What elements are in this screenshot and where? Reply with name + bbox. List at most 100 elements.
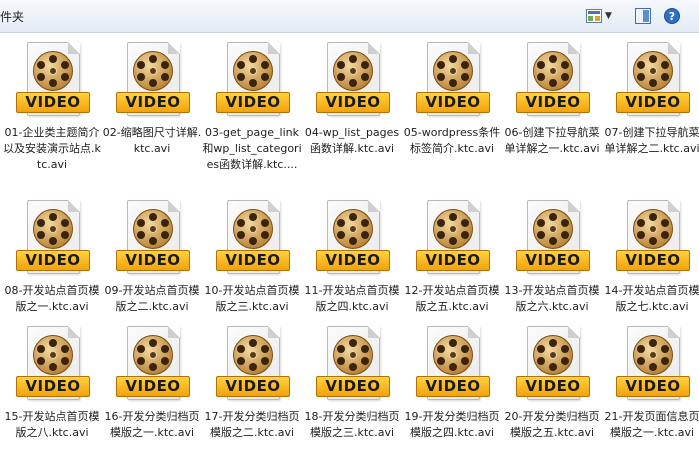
reel-hub [649, 225, 657, 233]
file-name: 01-企业类主题简介以及安装演示站点.ktc.avi [3, 126, 101, 171]
file-name: 16-开发分类归档页模版之一.ktc.avi [104, 410, 200, 439]
help-button[interactable]: ? [663, 7, 681, 25]
video-badge: VIDEO [16, 250, 90, 271]
file-name: 21-开发页面信息页模版之一.ktc.avi [604, 410, 699, 439]
file-item[interactable]: VIDEO 09-开发站点首页模版之二.ktc.avi [102, 200, 202, 315]
reel-hole [337, 357, 345, 365]
file-item[interactable]: VIDEO 21-开发页面信息页模版之一.ktc.avi [602, 326, 699, 441]
reel-hole [537, 231, 545, 239]
reel-hole [449, 237, 457, 245]
video-file-icon: VIDEO [312, 326, 392, 404]
reel-hole [161, 357, 169, 365]
file-item[interactable]: VIDEO 03-get_page_link和wp_list_categories… [202, 42, 302, 173]
reel-hole [161, 73, 169, 81]
video-badge: VIDEO [416, 376, 490, 397]
video-badge: VIDEO [616, 92, 690, 113]
file-item[interactable]: VIDEO 01-企业类主题简介以及安装演示站点.ktc.avi [2, 42, 102, 173]
file-item[interactable]: VIDEO 08-开发站点首页模版之一.ktc.avi [2, 200, 102, 315]
reel-hole [137, 219, 145, 227]
video-file-icon: VIDEO [112, 42, 192, 120]
video-file-icon: VIDEO [112, 200, 192, 278]
reel-hole [449, 363, 457, 371]
reel-hole [249, 55, 257, 63]
video-file-icon: VIDEO [312, 200, 392, 278]
file-item[interactable]: VIDEO 02-缩略图尺寸详解.ktc.avi [102, 42, 202, 157]
reel-hole [549, 79, 557, 87]
video-badge: VIDEO [116, 376, 190, 397]
reel-hole [461, 357, 469, 365]
file-item[interactable]: VIDEO 19-开发分类归档页模版之四.ktc.avi [402, 326, 502, 441]
reel-hole [149, 213, 157, 221]
reel-hole [49, 55, 57, 63]
reel-hub [49, 351, 57, 359]
video-badge: VIDEO [516, 376, 590, 397]
reel-hole [649, 237, 657, 245]
video-badge: VIDEO [616, 250, 690, 271]
file-item[interactable]: VIDEO 18-开发分类归档页模版之三.ktc.avi [302, 326, 402, 441]
reel-hole [549, 213, 557, 221]
chevron-down-icon[interactable]: ▼ [605, 11, 612, 21]
file-item[interactable]: VIDEO 17-开发分类归档页模版之二.ktc.avi [202, 326, 302, 441]
video-file-icon: VIDEO [12, 326, 92, 404]
reel-hole [337, 73, 345, 81]
file-item[interactable]: VIDEO 15-开发站点首页模版之八.ktc.avi [2, 326, 102, 441]
film-reel-icon [233, 335, 273, 375]
reel-hole [661, 231, 669, 239]
file-item[interactable]: VIDEO 11-开发站点首页模版之四.ktc.avi [302, 200, 402, 315]
reel-hole [349, 79, 357, 87]
reel-hole [61, 345, 69, 353]
file-item[interactable]: VIDEO 07-创建下拉导航菜单详解之二.ktc.avi [602, 42, 699, 157]
video-badge: VIDEO [216, 92, 290, 113]
reel-hole [261, 357, 269, 365]
film-reel-icon [533, 51, 573, 91]
reel-hole [437, 345, 445, 353]
reel-hole [349, 213, 357, 221]
reel-hub [249, 351, 257, 359]
file-item[interactable]: VIDEO 13-开发站点首页模版之六.ktc.avi [502, 200, 602, 315]
reel-hub [649, 67, 657, 75]
page-fold [568, 200, 580, 212]
reel-hole [661, 61, 669, 69]
reel-hole [561, 73, 569, 81]
reel-hole [461, 73, 469, 81]
reel-hole [61, 61, 69, 69]
breadcrumb[interactable]: 件夹 [0, 8, 24, 25]
film-reel-icon [333, 51, 373, 91]
reel-hole [249, 363, 257, 371]
reel-hole [637, 357, 645, 365]
reel-hole [549, 339, 557, 347]
file-item[interactable]: VIDEO 10-开发站点首页模版之三.ktc.avi [202, 200, 302, 315]
reel-hole [437, 231, 445, 239]
reel-hole [361, 345, 369, 353]
reel-hole [249, 79, 257, 87]
view-options-button[interactable]: ▼ [582, 7, 616, 25]
page-fold [368, 200, 380, 212]
reel-hole [337, 61, 345, 69]
file-name: 18-开发分类归档页模版之三.ktc.avi [304, 410, 400, 439]
preview-pane-button[interactable] [634, 7, 652, 25]
file-item[interactable]: VIDEO 20-开发分类归档页模版之五.ktc.avi [502, 326, 602, 441]
film-reel-icon [433, 209, 473, 249]
file-name: 04-wp_list_pages函数详解.ktc.avi [304, 126, 400, 155]
file-name: 03-get_page_link和wp_list_categories函数详解.… [202, 126, 302, 171]
page-fold [68, 42, 80, 54]
file-item[interactable]: VIDEO 06-创建下拉导航菜单详解之一.ktc.avi [502, 42, 602, 157]
file-item[interactable]: VIDEO 12-开发站点首页模版之五.ktc.avi [402, 200, 502, 315]
page-fold [368, 42, 380, 54]
reel-hole [149, 55, 157, 63]
video-badge: VIDEO [616, 376, 690, 397]
file-item[interactable]: VIDEO 16-开发分类归档页模版之一.ktc.avi [102, 326, 202, 441]
video-file-icon: VIDEO [512, 42, 592, 120]
video-file-icon: VIDEO [512, 200, 592, 278]
file-item[interactable]: VIDEO 05-wordpress条件标签简介.ktc.avi [402, 42, 502, 157]
file-item[interactable]: VIDEO 04-wp_list_pages函数详解.ktc.avi [302, 42, 402, 157]
reel-hole [161, 61, 169, 69]
reel-hole [161, 219, 169, 227]
file-item[interactable]: VIDEO 14-开发站点首页模版之七.ktc.avi [602, 200, 699, 315]
file-name: 11-开发站点首页模版之四.ktc.avi [304, 284, 400, 313]
reel-hole [661, 345, 669, 353]
film-reel-icon [133, 335, 173, 375]
reel-hub [149, 67, 157, 75]
reel-hub [349, 351, 357, 359]
reel-hole [249, 213, 257, 221]
